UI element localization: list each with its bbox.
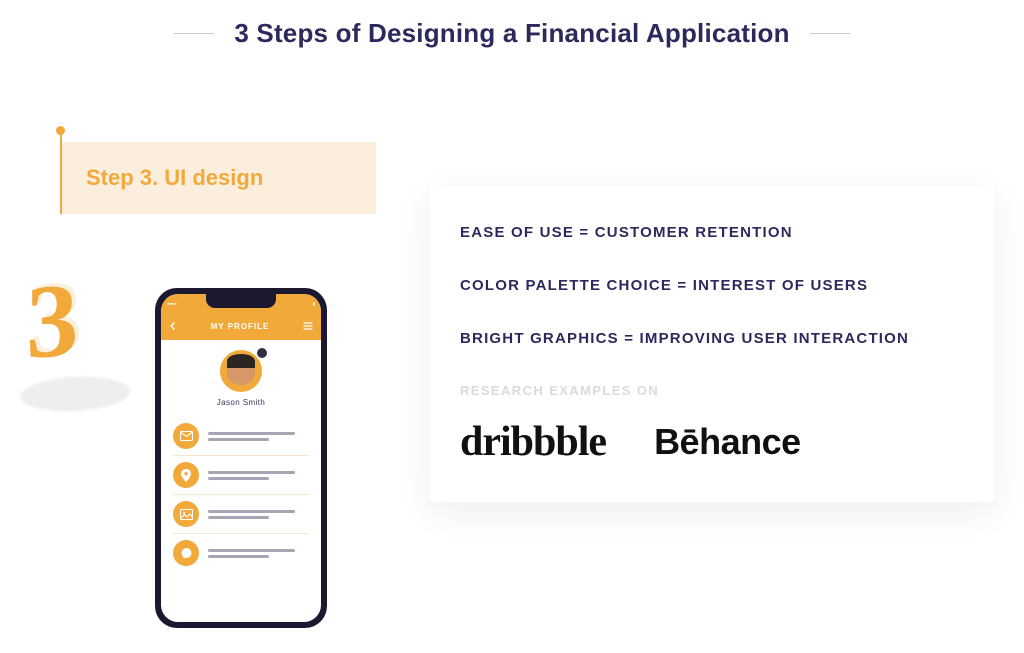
list-item [173,495,309,534]
list-item [173,456,309,495]
list-item [173,534,309,572]
phone-notch [206,294,276,308]
time-indicator: ●●●● [167,301,177,306]
big-step-number: 3 [26,279,116,389]
avatar-block: Jason Smith [161,340,321,413]
bullet-point: COLOR PALETTE CHOICE = INTEREST OF USERS [460,277,964,294]
image-icon [173,501,199,527]
profile-menu-list [161,413,321,580]
page-title: 3 Steps of Designing a Financial Applica… [234,18,789,49]
avatar [220,350,262,392]
research-label: RESEARCH EXAMPLES ON [460,383,964,398]
dribbble-logo: dribbble [460,418,606,466]
step-label: Step 3. UI design [86,165,263,191]
location-icon [173,462,199,488]
content-card: EASE OF USE = CUSTOMER RETENTION COLOR P… [430,186,994,502]
phone-screen: ●●●● ▮ MY PROFILE Jason Smith [161,294,321,622]
title-row: 3 Steps of Designing a Financial Applica… [0,0,1024,49]
chat-icon [173,540,199,566]
header-title: MY PROFILE [211,322,270,331]
avatar-hair [227,354,255,368]
timeline-dot [56,126,65,135]
mail-icon [173,423,199,449]
step-badge: Step 3. UI design [60,142,376,214]
behance-logo: Bēhance [654,421,801,463]
list-item [173,417,309,456]
avatar-status-dot [257,348,267,358]
profile-name: Jason Smith [217,398,265,407]
menu-icon [303,322,313,330]
divider-right [810,33,850,34]
divider-left [174,33,214,34]
profile-header: MY PROFILE [161,312,321,340]
bullet-point: EASE OF USE = CUSTOMER RETENTION [460,224,964,241]
bullet-point: BRIGHT GRAPHICS = IMPROVING USER INTERAC… [460,330,964,347]
back-icon [169,322,177,330]
phone-mockup: ●●●● ▮ MY PROFILE Jason Smith [155,288,327,628]
battery-indicator: ▮ [313,301,315,306]
brand-row: dribbble Bēhance [460,418,964,466]
step-number-digit: 3 [26,277,79,365]
